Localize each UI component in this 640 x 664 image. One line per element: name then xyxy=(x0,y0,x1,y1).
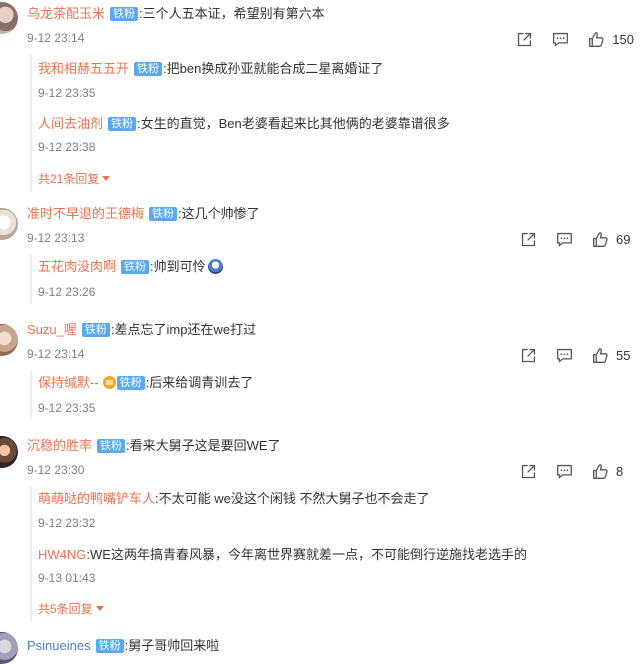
more-replies-link[interactable]: 共21条回复 xyxy=(38,170,111,187)
reply-time: 9-12 23:35 xyxy=(38,401,96,415)
emoji-icon xyxy=(207,259,223,274)
comment-text: :舅子哥帅回来啦 xyxy=(124,638,220,653)
reply-list: 保持缄默-- 铁粉:后来给调青训去了 9-12 23:35 xyxy=(30,370,630,420)
reply-list: 我和相赫五五开 铁粉:把ben换成孙亚就能合成二星离婚证了 9-12 23:35 … xyxy=(30,54,630,192)
like-count: 55 xyxy=(616,347,631,363)
thumbs-up-icon[interactable] xyxy=(590,229,610,249)
chevron-down-icon xyxy=(102,176,111,181)
fan-badge: 铁粉 xyxy=(95,639,124,653)
comment-actions: 55 xyxy=(502,345,634,365)
reply-item: 人间去油剂 铁粉:女生的直觉，Ben老婆看起来比其他俩的老婆靠谱很多 xyxy=(38,115,450,133)
avatar[interactable] xyxy=(0,324,18,356)
reply-text: :把ben换成孙亚就能合成二星离婚证了 xyxy=(163,61,384,76)
fan-badge: 铁粉 xyxy=(97,439,126,453)
reply-username[interactable]: 我和相赫五五开 xyxy=(38,61,129,76)
reply-username[interactable]: 五花肉没肉啊 xyxy=(38,259,116,274)
share-icon[interactable] xyxy=(518,461,538,481)
comment-text: :这几个帅惨了 xyxy=(178,206,260,221)
reply-text: :不太可能 we没这个闲钱 不然大舅子也不会走了 xyxy=(155,491,430,506)
reply-item: 我和相赫五五开 铁粉:把ben换成孙亚就能合成二星离婚证了 xyxy=(38,60,383,78)
reply-item: 五花肉没肉啊 铁粉:帅到可怜 xyxy=(38,258,223,276)
comment-username[interactable]: Suzu_喔 xyxy=(27,322,77,337)
avatar[interactable] xyxy=(0,436,18,468)
more-replies-link[interactable]: 共5条回复 xyxy=(38,600,104,617)
avatar[interactable] xyxy=(0,632,18,664)
comment-icon[interactable] xyxy=(554,461,574,481)
reply-text: :女生的直觉，Ben老婆看起来比其他俩的老婆靠谱很多 xyxy=(137,116,450,131)
comment-icon[interactable] xyxy=(550,29,570,49)
share-icon[interactable] xyxy=(518,229,538,249)
comment-actions: 150 xyxy=(498,29,634,49)
comment-icon[interactable] xyxy=(554,345,574,365)
thumbs-up-icon[interactable] xyxy=(590,461,610,481)
reply-time: 9-12 23:35 xyxy=(38,86,96,100)
comment-actions: 69 xyxy=(502,229,634,249)
comment-time: 9-12 23:13 xyxy=(27,231,85,245)
comment-text: :三个人五本证，希望别有第六本 xyxy=(139,6,325,21)
comment-icon[interactable] xyxy=(554,229,574,249)
reply-username[interactable]: 萌萌哒的鸭嘴铲车人 xyxy=(38,491,155,506)
reply-text: :后来给调青训去了 xyxy=(145,375,254,390)
fan-badge: 铁粉 xyxy=(134,62,163,76)
reply-time: 9-12 23:32 xyxy=(38,516,96,530)
reply-text: :WE这两年搞青春风暴，今年离世界赛就差一点，不可能倒行逆施找老选手的 xyxy=(86,547,527,562)
fan-badge: 铁粉 xyxy=(108,117,137,131)
reply-time: 9-13 01:43 xyxy=(38,571,96,585)
fan-badge: 铁粉 xyxy=(149,207,178,221)
reply-item: HW4NG:WE这两年搞青春风暴，今年离世界赛就差一点，不可能倒行逆施找老选手的 xyxy=(38,546,527,564)
thumbs-up-icon[interactable] xyxy=(586,29,606,49)
fan-badge: 铁粉 xyxy=(81,323,110,337)
share-icon[interactable] xyxy=(514,29,534,49)
avatar[interactable] xyxy=(0,2,18,34)
like-count: 8 xyxy=(616,463,624,479)
share-icon[interactable] xyxy=(518,345,538,365)
reply-text: :帅到可怜 xyxy=(150,259,206,274)
reply-list: 萌萌哒的鸭嘴铲车人:不太可能 we没这个闲钱 不然大舅子也不会走了 9-12 2… xyxy=(30,486,630,622)
fan-badge: 铁粉 xyxy=(116,376,145,390)
avatar[interactable] xyxy=(0,208,18,240)
like-count: 150 xyxy=(612,31,634,47)
comment-username[interactable]: 乌龙茶配玉米 xyxy=(27,6,105,21)
comment-time: 9-12 23:30 xyxy=(27,463,85,477)
reply-username[interactable]: HW4NG xyxy=(38,547,86,562)
like-count: 69 xyxy=(616,231,631,247)
reply-item: 保持缄默-- 铁粉:后来给调青训去了 xyxy=(38,374,253,392)
comment-time: 9-12 23:14 xyxy=(27,347,85,361)
comment-username[interactable]: 沉稳的胜率 xyxy=(27,438,92,453)
crown-icon xyxy=(102,376,116,389)
comment-text: :差点忘了imp还在we打过 xyxy=(110,322,257,337)
thumbs-up-icon[interactable] xyxy=(590,345,610,365)
comment-username[interactable]: 准时不早退的王德梅 xyxy=(27,206,144,221)
reply-list: 五花肉没肉啊 铁粉:帅到可怜 9-12 23:26 xyxy=(30,254,630,304)
comment-actions: 8 xyxy=(502,461,634,481)
reply-time: 9-12 23:38 xyxy=(38,140,96,154)
chevron-down-icon xyxy=(95,606,104,611)
reply-username[interactable]: 保持缄默-- xyxy=(38,375,99,390)
fan-badge: 铁粉 xyxy=(110,7,139,21)
reply-time: 9-12 23:26 xyxy=(38,285,96,299)
fan-badge: 铁粉 xyxy=(121,260,150,274)
reply-item: 萌萌哒的鸭嘴铲车人:不太可能 we没这个闲钱 不然大舅子也不会走了 xyxy=(38,490,429,508)
comment-time: 9-12 23:14 xyxy=(27,31,85,45)
reply-username[interactable]: 人间去油剂 xyxy=(38,116,103,131)
comment-text: :看来大舅子这是要回WE了 xyxy=(126,438,281,453)
comment-username[interactable]: Psinueines xyxy=(27,638,91,653)
